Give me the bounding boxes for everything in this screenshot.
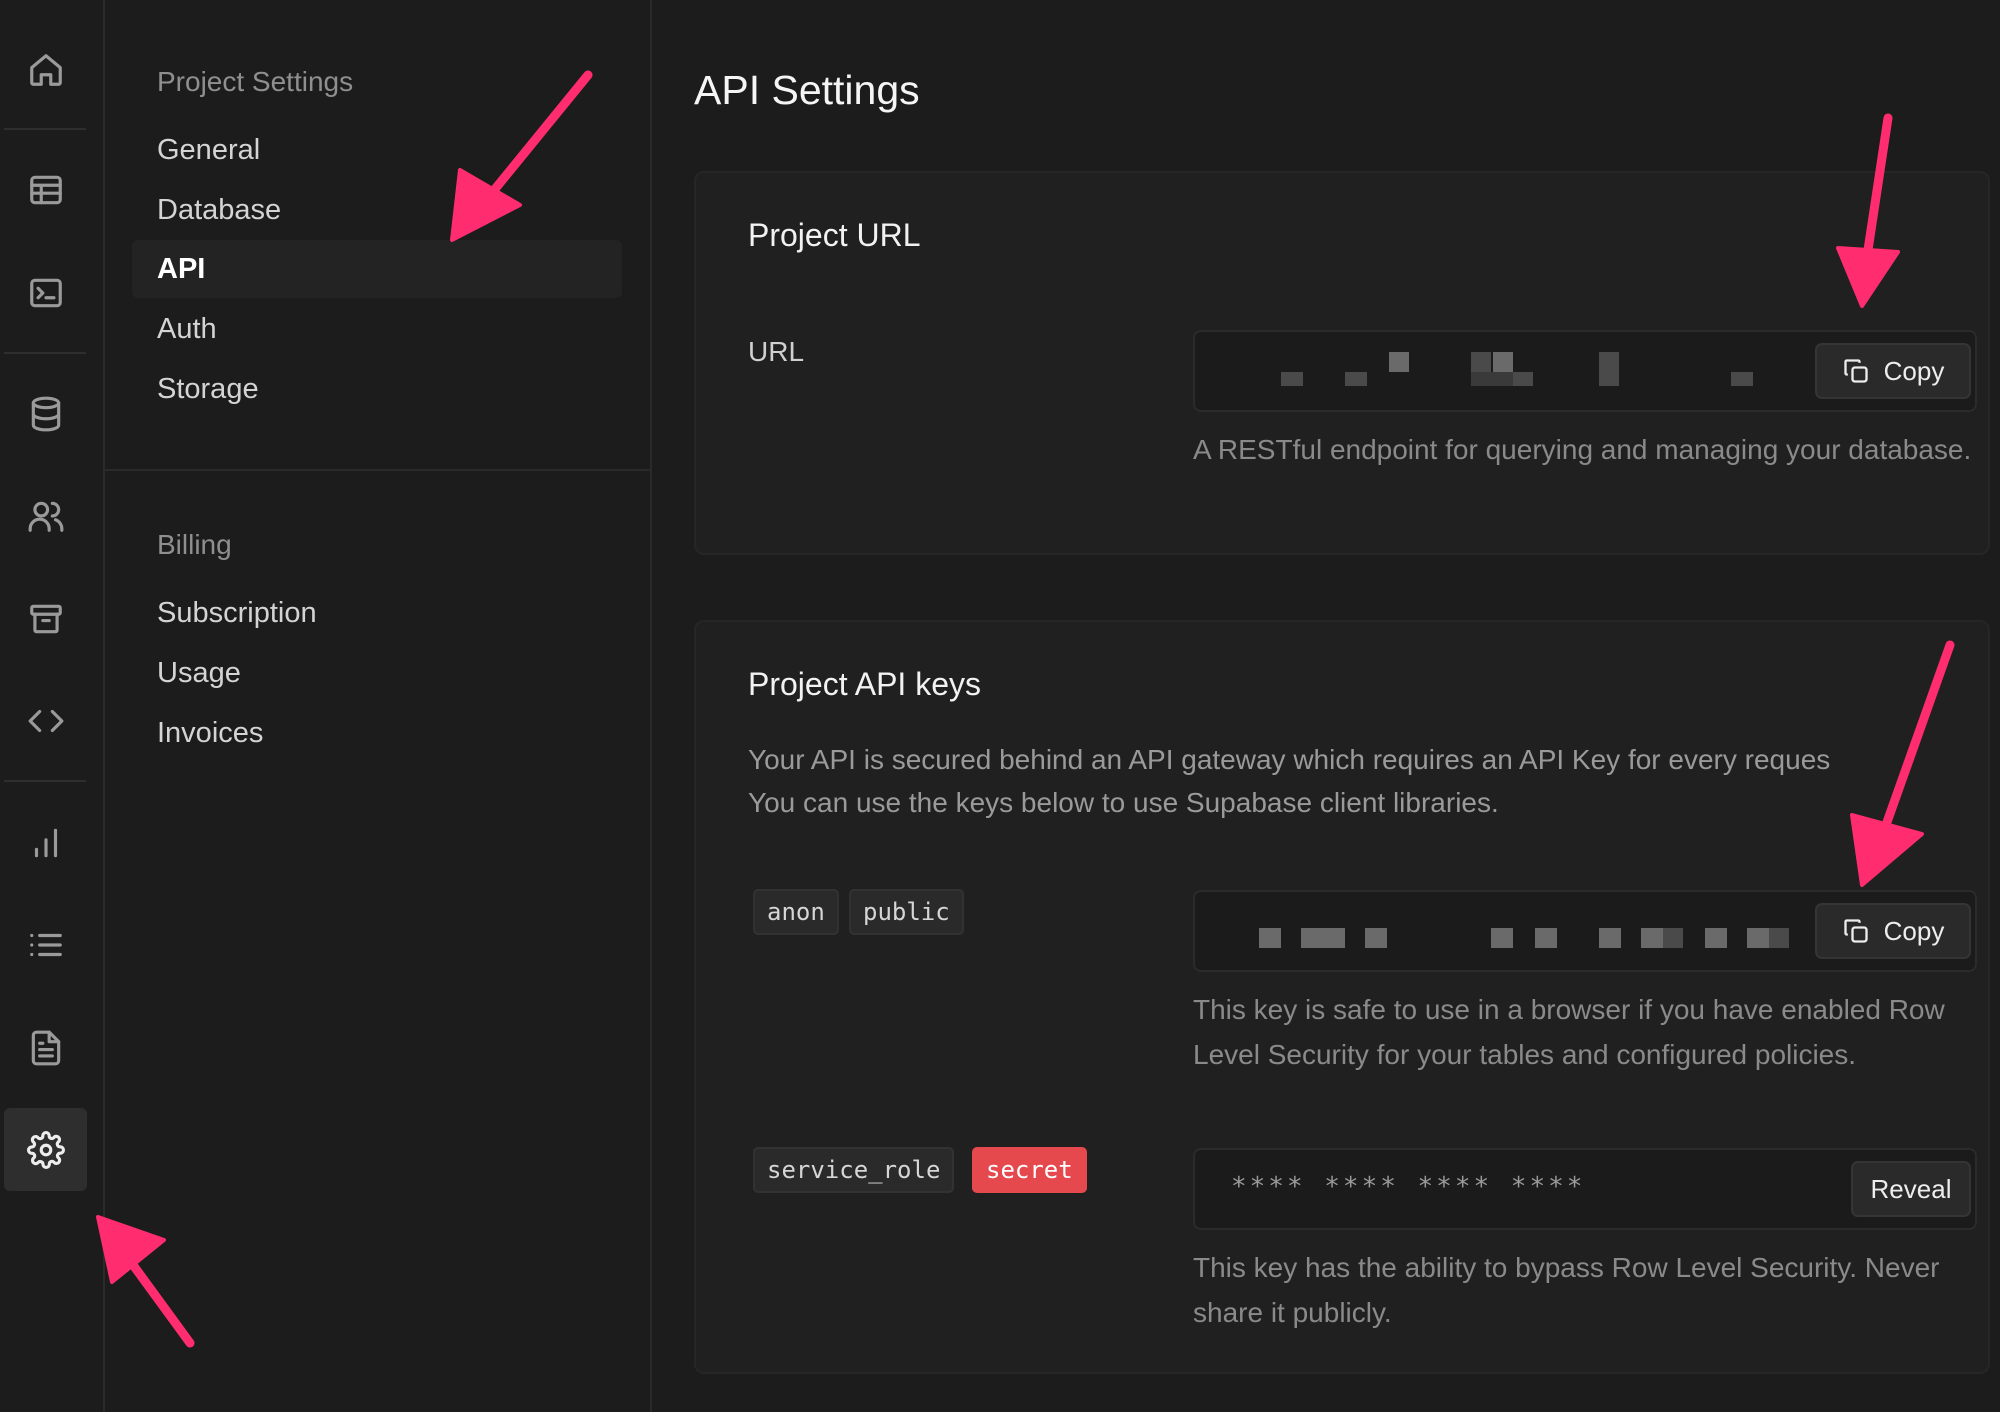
menu-item-storage[interactable]: Storage: [157, 373, 259, 406]
redacted-pixel: [1493, 352, 1513, 372]
rail-divider: [4, 780, 86, 782]
redacted-pixel: [1301, 928, 1345, 948]
archive-icon[interactable]: [4, 577, 87, 660]
redacted-pixel: [1365, 928, 1387, 948]
reveal-button[interactable]: Reveal: [1851, 1161, 1971, 1217]
api-keys-description-line1: Your API is secured behind an API gatewa…: [748, 744, 1831, 775]
terminal-icon[interactable]: [4, 251, 87, 334]
document-icon[interactable]: [4, 1006, 87, 1089]
menu-item-api[interactable]: API: [157, 253, 205, 286]
table-icon[interactable]: [4, 148, 87, 231]
menu-item-general[interactable]: General: [157, 134, 260, 167]
users-icon[interactable]: [4, 474, 87, 557]
secret-badge: secret: [972, 1147, 1087, 1193]
redacted-pixel: [1747, 928, 1769, 948]
chart-icon[interactable]: [4, 801, 87, 884]
redacted-pixel: [1769, 928, 1789, 948]
url-field[interactable]: Copy: [1193, 330, 1977, 412]
public-tag: public: [849, 889, 964, 935]
anon-tag: anon: [753, 889, 839, 935]
redacted-pixel: [1705, 928, 1727, 948]
redacted-pixel: [1599, 352, 1619, 386]
gear-icon[interactable]: [4, 1108, 87, 1191]
main-content: API Settings Project URL URL Copy A REST…: [652, 0, 2000, 1412]
rail-divider: [4, 128, 86, 130]
menu-item-auth[interactable]: Auth: [157, 313, 217, 346]
card-title: Project API keys: [748, 666, 981, 702]
copy-label: Copy: [1883, 915, 1945, 946]
menu-item-usage[interactable]: Usage: [157, 657, 241, 690]
redacted-pixel: [1663, 928, 1683, 948]
menu-heading-billing: Billing: [157, 529, 232, 560]
redacted-pixel: [1389, 352, 1409, 372]
home-icon[interactable]: [4, 28, 87, 111]
copy-icon: [1843, 919, 1868, 943]
copy-icon: [1843, 359, 1868, 383]
redacted-pixel: [1513, 372, 1533, 386]
code-icon[interactable]: [4, 679, 87, 762]
menu-item-database[interactable]: Database: [157, 194, 281, 227]
rail-divider: [4, 352, 86, 354]
redacted-pixel: [1491, 928, 1513, 948]
redacted-pixel: [1471, 352, 1491, 372]
menu-divider: [105, 469, 650, 471]
service-role-key-field[interactable]: **** **** **** **** Reveal: [1193, 1148, 1977, 1230]
database-icon[interactable]: [4, 372, 87, 455]
redacted-pixel: [1731, 372, 1753, 386]
redacted-pixel: [1281, 372, 1303, 386]
card-title: Project URL: [748, 217, 921, 253]
menu-heading-project: Project Settings: [157, 66, 354, 97]
redacted-pixel: [1641, 928, 1663, 948]
icon-rail: [0, 0, 105, 1412]
redacted-pixel: [1535, 928, 1557, 948]
copy-url-button[interactable]: Copy: [1815, 343, 1971, 399]
anon-help-text: This key is safe to use in a browser if …: [1193, 994, 1945, 1070]
menu-item-subscription[interactable]: Subscription: [157, 597, 317, 630]
page-title: API Settings: [694, 67, 920, 113]
redacted-pixel: [1345, 372, 1367, 386]
menu-item-invoices[interactable]: Invoices: [157, 717, 263, 750]
api-keys-card: Project API keys Your API is secured beh…: [694, 620, 1990, 1374]
service-role-tag: service_role: [753, 1147, 955, 1193]
reveal-label: Reveal: [1870, 1173, 1952, 1204]
menu-active-highlight: [132, 240, 622, 298]
api-keys-description-line2: You can use the keys below to use Supaba…: [748, 787, 1499, 818]
anon-key-field[interactable]: Copy: [1193, 890, 1977, 972]
masked-key: **** **** **** ****: [1231, 1172, 1586, 1202]
copy-label: Copy: [1883, 355, 1945, 386]
redacted-pixel: [1599, 928, 1621, 948]
redacted-pixel: [1471, 372, 1513, 386]
url-help-text: A RESTful endpoint for querying and mana…: [1193, 434, 1972, 465]
service-role-help-text: This key has the ability to bypass Row L…: [1193, 1252, 1940, 1328]
list-icon[interactable]: [4, 903, 87, 986]
copy-anon-key-button[interactable]: Copy: [1815, 903, 1971, 959]
redacted-pixel: [1259, 928, 1281, 948]
project-url-card: Project URL URL Copy A RESTful endpoint …: [694, 171, 1990, 555]
settings-menu: Project Settings General Database API Au…: [105, 0, 652, 1412]
url-label: URL: [748, 336, 805, 367]
